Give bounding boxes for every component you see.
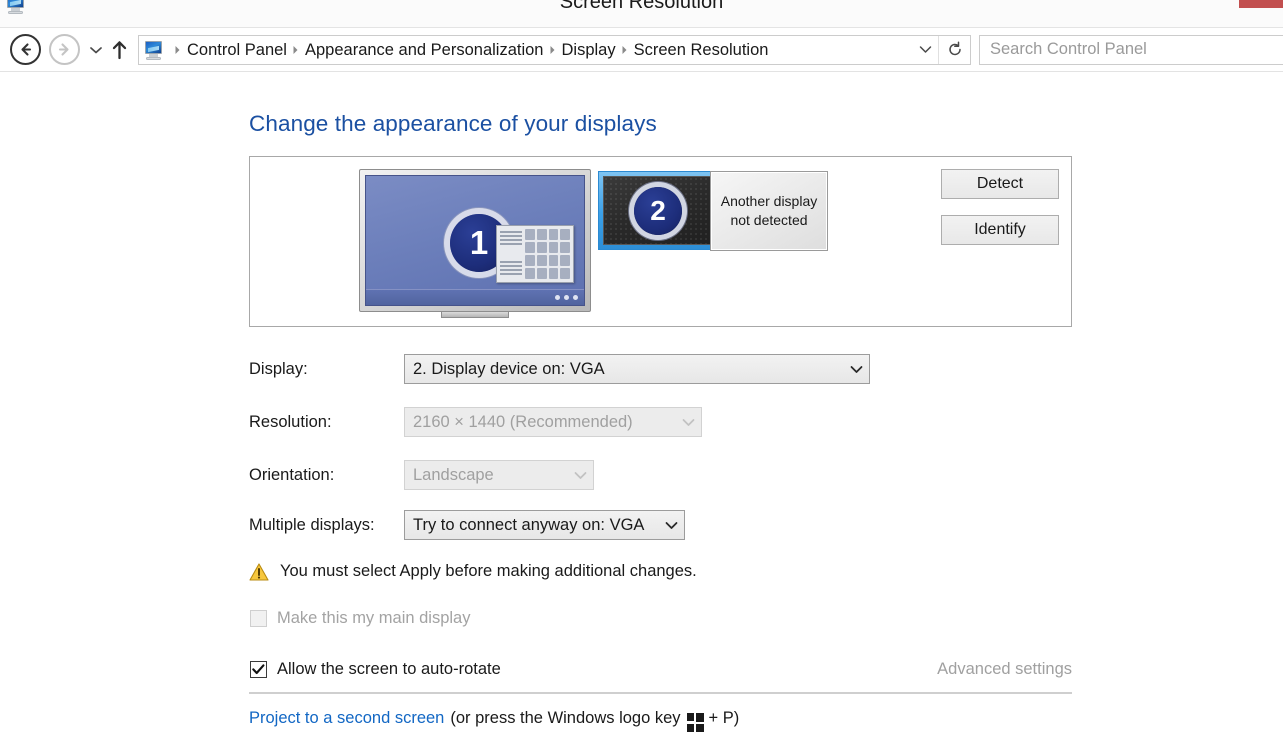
project-to-second-screen-link[interactable]: Project to a second screen xyxy=(249,709,444,728)
main-display-checkbox[interactable] xyxy=(250,610,267,627)
detect-button[interactable]: Detect xyxy=(941,169,1059,199)
display-preview-panel: 1 2 Another display not detected Detect … xyxy=(249,156,1072,327)
window-title: Screen Resolution xyxy=(559,0,724,13)
multiple-displays-select[interactable]: Try to connect anyway on: VGA xyxy=(404,510,685,540)
project-row: Project to a second screen (or press the… xyxy=(249,709,740,732)
window-controls xyxy=(1151,0,1283,8)
chevron-down-icon xyxy=(658,521,684,530)
display-icon xyxy=(144,40,166,60)
apply-warning: You must select Apply before making addi… xyxy=(249,562,697,581)
back-button[interactable] xyxy=(10,34,41,65)
page-title: Change the appearance of your displays xyxy=(249,111,657,136)
breadcrumb-item-appearance[interactable]: Appearance and Personalization xyxy=(304,36,545,64)
forward-button[interactable] xyxy=(49,34,80,65)
breadcrumb-separator[interactable] xyxy=(170,45,186,55)
search-box[interactable] xyxy=(979,34,1283,65)
title-bar: Screen Resolution xyxy=(0,0,1283,28)
orientation-select[interactable]: Landscape xyxy=(404,460,594,490)
section-divider xyxy=(249,692,1072,694)
preview-buttons: Detect Identify xyxy=(941,169,1059,245)
autorotate-checkbox-label: Allow the screen to auto-rotate xyxy=(277,660,501,678)
orientation-label: Orientation: xyxy=(249,466,335,484)
chevron-down-icon xyxy=(567,471,593,480)
main-display-checkbox-row[interactable]: Make this my main display xyxy=(250,609,470,628)
autorotate-checkbox-row[interactable]: Allow the screen to auto-rotate xyxy=(250,660,501,679)
identify-button[interactable]: Identify xyxy=(941,215,1059,245)
breadcrumb-item-screen-resolution[interactable]: Screen Resolution xyxy=(633,36,770,64)
project-hint-after: + P) xyxy=(708,709,740,727)
display-select[interactable]: 2. Display device on: VGA xyxy=(404,354,870,384)
up-button[interactable] xyxy=(108,35,130,65)
breadcrumb-separator[interactable] xyxy=(617,45,633,55)
project-hint-before: (or press the Windows logo key xyxy=(450,709,681,727)
address-bar[interactable]: Control Panel Appearance and Personaliza… xyxy=(138,34,971,65)
minimize-button[interactable] xyxy=(1151,0,1195,8)
chevron-down-icon xyxy=(843,365,869,374)
another-display-not-detected[interactable]: Another display not detected xyxy=(710,171,828,251)
recent-locations-button[interactable] xyxy=(86,35,106,65)
chevron-down-icon xyxy=(675,418,701,427)
warning-triangle-icon xyxy=(249,562,269,581)
display-preview-2[interactable]: 2 xyxy=(598,171,716,253)
multiple-displays-select-value: Try to connect anyway on: VGA xyxy=(413,516,645,534)
navigation-bar: Control Panel Appearance and Personaliza… xyxy=(0,28,1283,72)
start-menu-preview xyxy=(496,225,574,283)
resolution-label: Resolution: xyxy=(249,413,332,431)
breadcrumb-item-display[interactable]: Display xyxy=(561,36,617,64)
refresh-icon[interactable] xyxy=(938,35,970,64)
close-button[interactable] xyxy=(1239,0,1283,8)
display-number-badge-2: 2 xyxy=(634,187,682,235)
orientation-select-value: Landscape xyxy=(413,466,494,484)
breadcrumb-separator[interactable] xyxy=(545,45,561,55)
not-detected-line-2: not detected xyxy=(730,212,808,228)
content-area: Change the appearance of your displays 1 xyxy=(0,73,1283,741)
advanced-settings-link[interactable]: Advanced settings xyxy=(937,660,1072,679)
maximize-button[interactable] xyxy=(1195,0,1239,8)
main-display-checkbox-label: Make this my main display xyxy=(277,609,471,627)
resolution-select[interactable]: 2160 × 1440 (Recommended) xyxy=(404,407,702,437)
display-label: Display: xyxy=(249,360,308,378)
apply-warning-text: You must select Apply before making addi… xyxy=(280,562,697,580)
resolution-select-value: 2160 × 1440 (Recommended) xyxy=(413,413,633,431)
multiple-displays-label: Multiple displays: xyxy=(249,516,375,534)
breadcrumb-separator[interactable] xyxy=(288,45,304,55)
breadcrumb-item-control-panel[interactable]: Control Panel xyxy=(186,36,288,64)
search-input[interactable] xyxy=(980,39,1283,60)
windows-logo-icon xyxy=(686,712,704,732)
chevron-down-icon[interactable] xyxy=(914,36,936,64)
taskbar-preview xyxy=(366,289,584,305)
autorotate-checkbox[interactable] xyxy=(250,661,267,678)
not-detected-line-1: Another display xyxy=(720,193,818,210)
display-preview-1[interactable]: 1 xyxy=(359,169,597,318)
display-select-value: 2. Display device on: VGA xyxy=(413,360,605,378)
